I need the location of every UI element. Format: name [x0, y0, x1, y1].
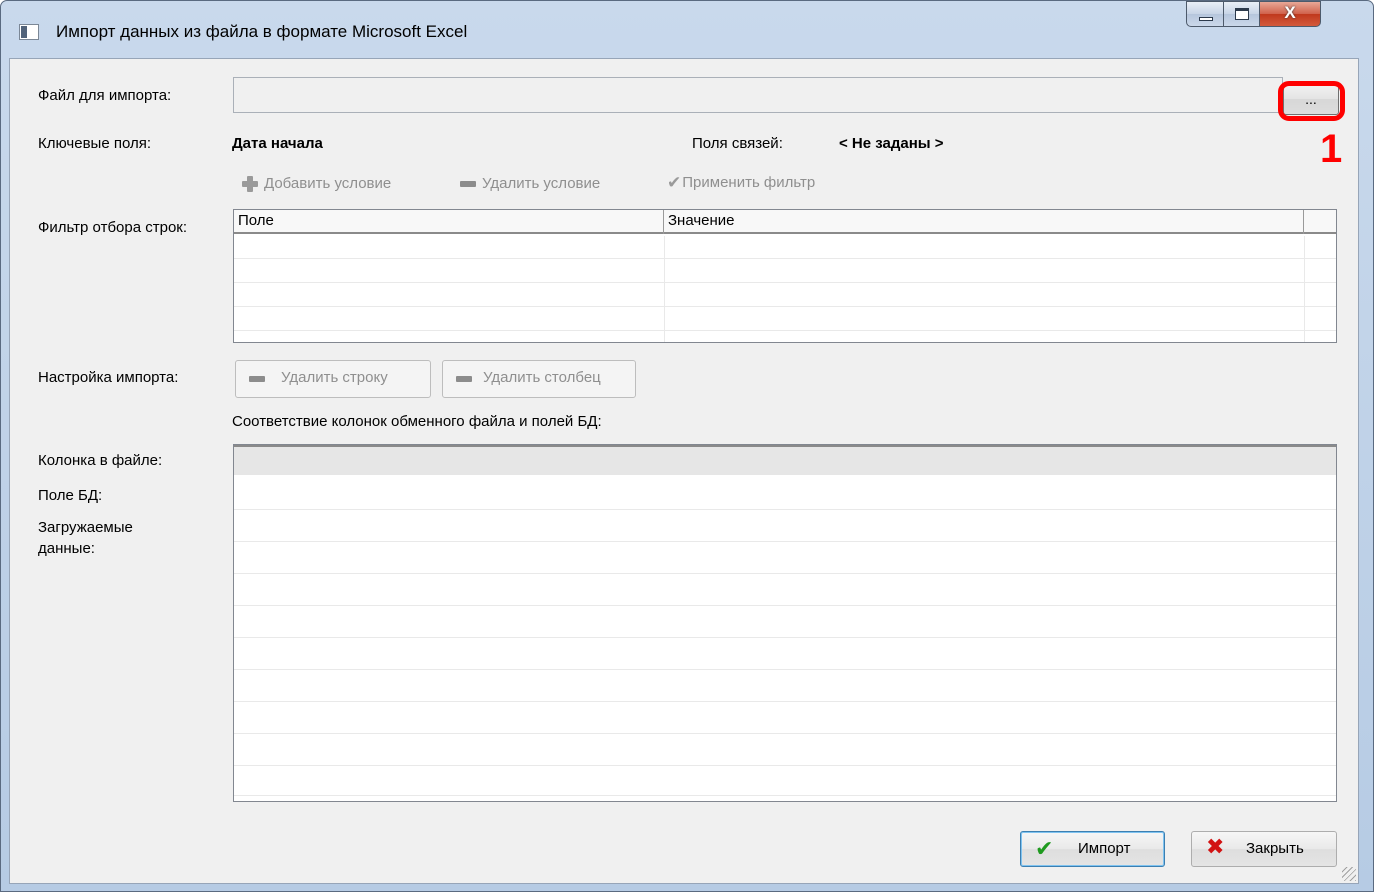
- grid-row-divider: [234, 541, 1336, 542]
- apply-filter-button[interactable]: ✔Применить фильтр: [667, 173, 815, 193]
- title-bar[interactable]: Импорт данных из файла в формате Microso…: [1, 1, 1373, 57]
- grid-row-divider: [234, 258, 1336, 259]
- grid-row-divider: [234, 701, 1336, 702]
- maximize-icon: [1235, 8, 1249, 20]
- key-fields-value: Дата начала: [232, 135, 323, 152]
- file-path-input[interactable]: [233, 77, 1283, 113]
- minus-icon: [460, 181, 476, 188]
- close-button[interactable]: ✖ Закрыть: [1191, 831, 1337, 867]
- mapping-grid[interactable]: [233, 444, 1337, 802]
- link-fields-value: < Не заданы >: [839, 135, 944, 152]
- maximize-button[interactable]: [1223, 1, 1260, 27]
- grid-row-divider: [234, 306, 1336, 307]
- close-button-label: Закрыть: [1246, 840, 1304, 857]
- add-condition-button[interactable]: Добавить условие: [242, 175, 392, 193]
- checkmark-icon: ✔: [1035, 836, 1054, 861]
- annotation-number: 1: [1320, 127, 1343, 171]
- grid-row-divider: [234, 282, 1336, 283]
- grid-row-divider: [234, 509, 1336, 510]
- grid-row-divider: [234, 573, 1336, 574]
- delete-column-label: Удалить столбец: [483, 369, 601, 386]
- grid-column-divider: [1304, 236, 1305, 342]
- minus-icon: [456, 376, 472, 382]
- grid-row-divider: [234, 669, 1336, 670]
- plus-icon: [242, 176, 258, 193]
- import-settings-label: Настройка импорта:: [38, 369, 179, 386]
- resize-grip[interactable]: [1342, 867, 1356, 881]
- close-icon: X: [1284, 3, 1296, 22]
- grid-row-divider: [234, 330, 1336, 331]
- window-title: Импорт данных из файла в формате Microso…: [56, 22, 468, 41]
- column-header-value[interactable]: Значение: [664, 210, 1304, 234]
- column-header-field[interactable]: Поле: [234, 210, 664, 234]
- checkmark-icon: ✔: [667, 173, 682, 192]
- remove-condition-label: Удалить условие: [482, 175, 601, 192]
- close-window-button[interactable]: X: [1259, 1, 1321, 27]
- delete-row-button[interactable]: Удалить строку: [235, 360, 431, 398]
- grid-column-divider: [664, 236, 665, 342]
- filter-grid[interactable]: Поле Значение: [233, 209, 1337, 343]
- delete-column-button[interactable]: Удалить столбец: [442, 360, 636, 398]
- grid-row-divider: [234, 765, 1336, 766]
- dialog-client-area: Файл для импорта: ... 1 Ключевые поля: Д…: [9, 58, 1359, 884]
- apply-filter-label: Применить фильтр: [682, 173, 816, 191]
- mapping-grid-header-row: [234, 445, 1336, 475]
- grid-row-divider: [234, 637, 1336, 638]
- annotation-highlight: [1278, 81, 1345, 121]
- loaded-data-label-line2: данные:: [38, 540, 95, 557]
- app-icon: [19, 24, 39, 40]
- minimize-icon: [1199, 17, 1213, 21]
- db-field-label: Поле БД:: [38, 487, 103, 504]
- key-fields-label: Ключевые поля:: [38, 135, 152, 152]
- column-in-file-label: Колонка в файле:: [38, 452, 163, 469]
- filter-label: Фильтр отбора строк:: [38, 219, 188, 236]
- close-icon: ✖: [1206, 834, 1225, 859]
- import-button-label: Импорт: [1078, 840, 1131, 857]
- import-button[interactable]: ✔ Импорт: [1020, 831, 1165, 867]
- grid-row-divider: [234, 795, 1336, 796]
- import-dialog-window: Импорт данных из файла в формате Microso…: [0, 0, 1374, 892]
- mapping-caption: Соответствие колонок обменного файла и п…: [232, 413, 602, 430]
- link-fields-label: Поля связей:: [692, 135, 783, 152]
- grid-row-divider: [234, 605, 1336, 606]
- minus-icon: [249, 376, 265, 382]
- grid-row-divider: [234, 733, 1336, 734]
- file-label: Файл для импорта:: [38, 87, 172, 104]
- filter-grid-header: Поле Значение: [234, 210, 1336, 234]
- remove-condition-button[interactable]: Удалить условие: [460, 175, 600, 192]
- delete-row-label: Удалить строку: [281, 369, 388, 386]
- minimize-button[interactable]: [1186, 1, 1224, 27]
- add-condition-label: Добавить условие: [264, 175, 392, 192]
- loaded-data-label-line1: Загружаемые: [38, 519, 133, 536]
